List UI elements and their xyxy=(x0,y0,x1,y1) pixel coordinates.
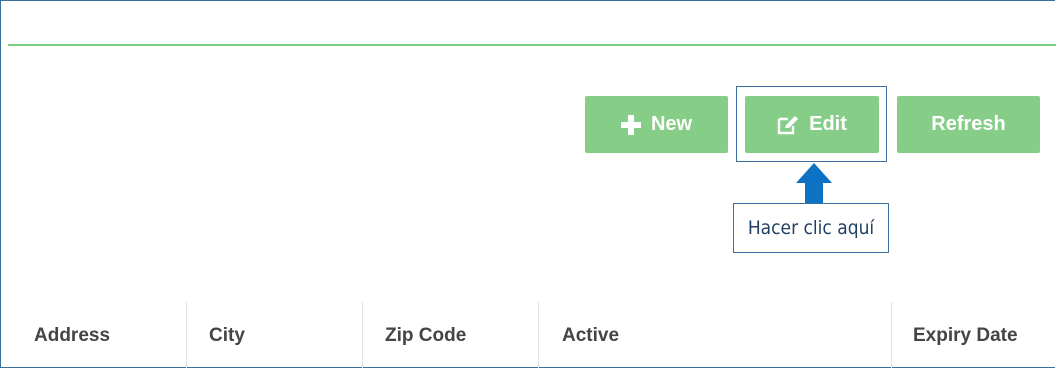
new-button[interactable]: New xyxy=(585,96,728,153)
arrow-up-icon xyxy=(796,163,832,205)
column-header-zip-code[interactable]: Zip Code xyxy=(385,325,466,347)
column-divider xyxy=(362,302,363,368)
screenshot-frame xyxy=(0,0,1055,368)
column-divider xyxy=(538,302,539,368)
column-divider xyxy=(186,302,187,368)
column-header-address[interactable]: Address xyxy=(34,325,110,347)
column-header-city[interactable]: City xyxy=(209,325,245,347)
edit-highlight-box xyxy=(736,86,887,162)
plus-icon xyxy=(620,114,641,135)
refresh-button-label: Refresh xyxy=(931,113,1006,135)
header-divider xyxy=(8,44,1056,46)
column-header-active[interactable]: Active xyxy=(562,325,619,347)
callout-label: Hacer clic aquí xyxy=(733,203,889,253)
column-divider xyxy=(891,302,892,368)
refresh-button[interactable]: Refresh xyxy=(897,96,1040,153)
new-button-label: New xyxy=(650,113,693,135)
column-header-expiry-date[interactable]: Expiry Date xyxy=(913,325,1018,347)
